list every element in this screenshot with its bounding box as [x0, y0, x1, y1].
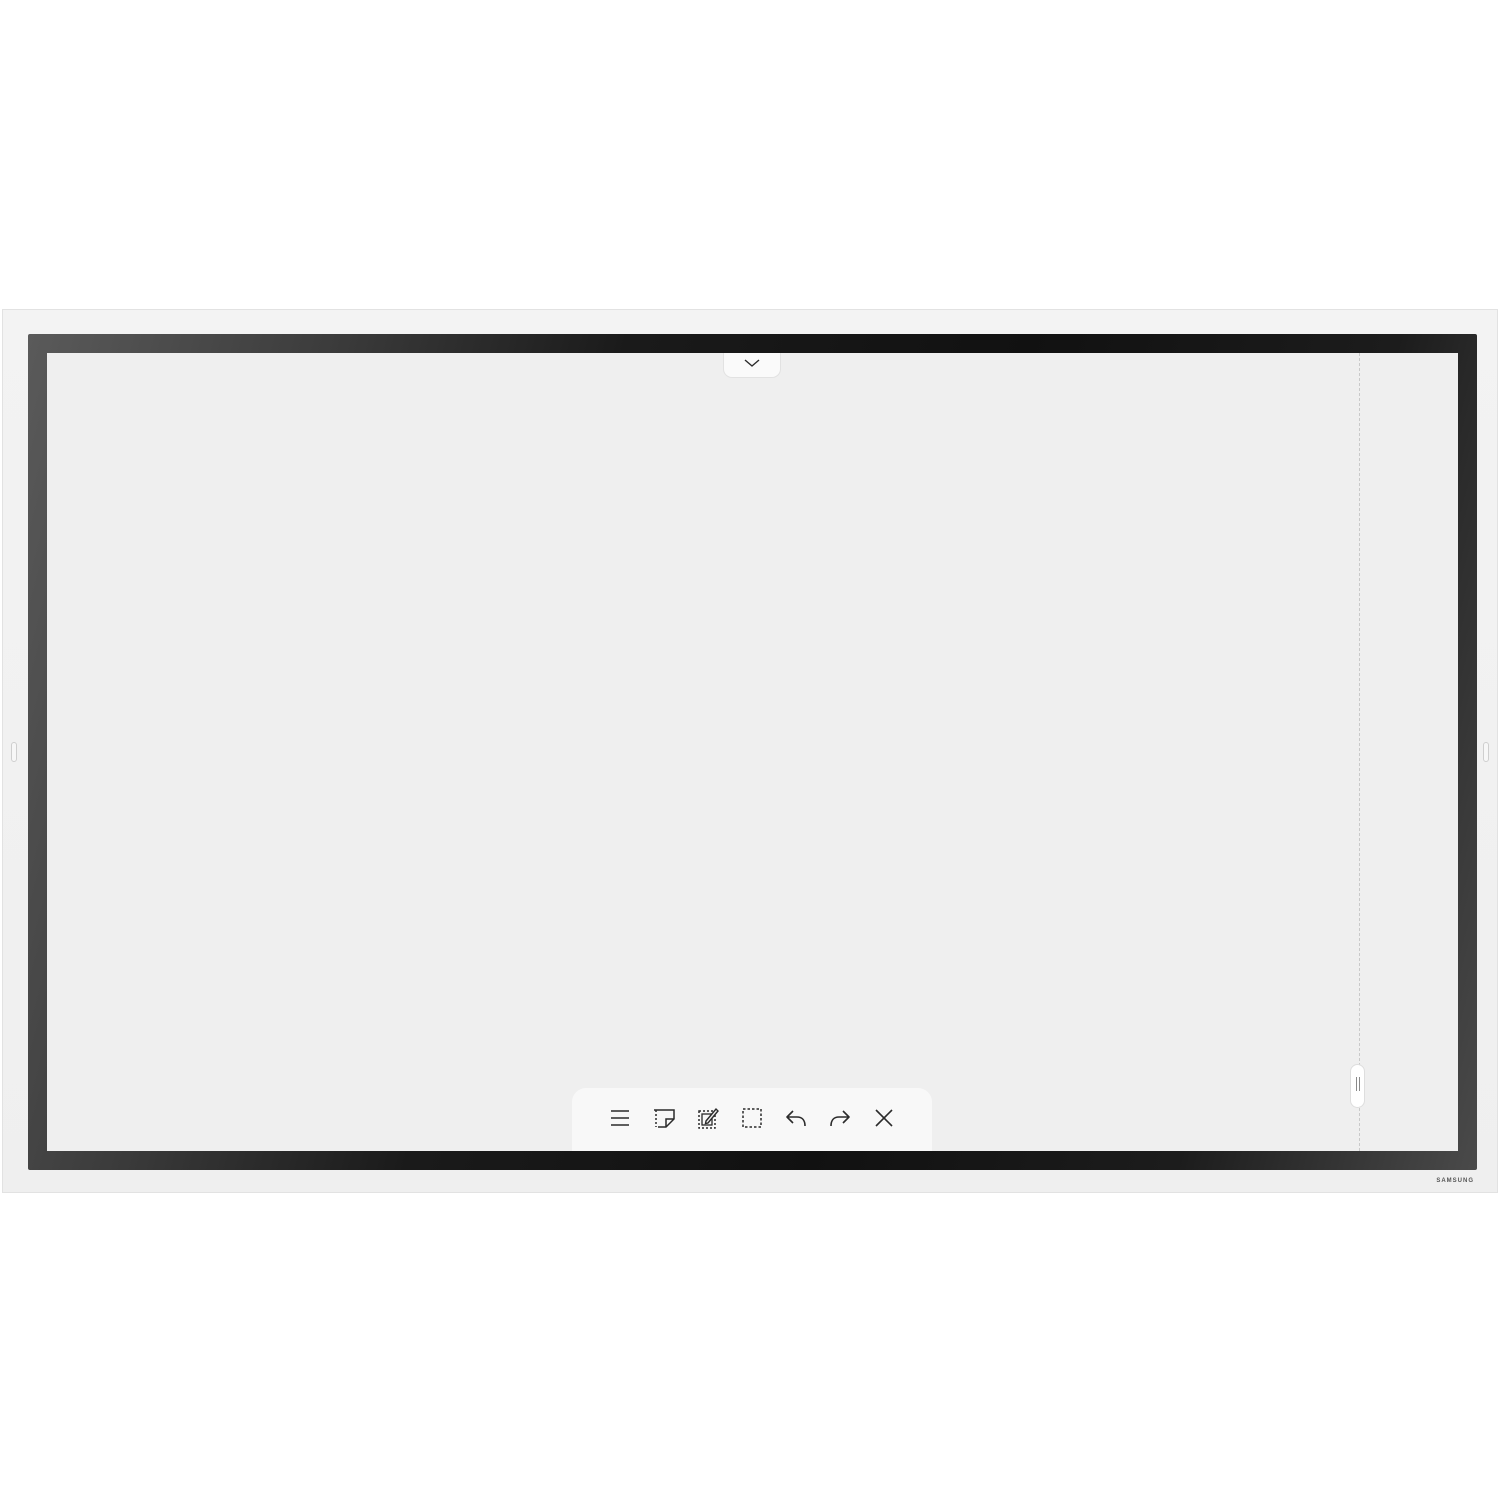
menu-icon [608, 1106, 632, 1130]
grip-icon [1354, 1074, 1362, 1099]
right-side-button [1483, 742, 1489, 762]
bottom-toolbar [572, 1088, 932, 1151]
sticky-note-icon [652, 1106, 676, 1130]
sticky-note-button[interactable] [642, 1098, 686, 1138]
close-button[interactable] [862, 1098, 906, 1138]
close-icon [872, 1106, 896, 1130]
edit-note-icon [696, 1106, 720, 1130]
scroll-handle[interactable] [1350, 1064, 1365, 1108]
undo-button[interactable] [774, 1098, 818, 1138]
edit-note-button[interactable] [686, 1098, 730, 1138]
top-pull-tab[interactable] [723, 353, 781, 378]
select-area-icon [740, 1106, 764, 1130]
whiteboard-canvas[interactable] [47, 353, 1458, 1151]
stage: SAMSUNG [0, 0, 1500, 1500]
brand-logo: SAMSUNG [1436, 1178, 1474, 1184]
menu-button[interactable] [598, 1098, 642, 1138]
select-area-button[interactable] [730, 1098, 774, 1138]
display-bezel [28, 334, 1477, 1170]
redo-icon [828, 1106, 852, 1130]
left-side-button [11, 742, 17, 762]
chevron-down-icon [743, 356, 761, 374]
undo-icon [784, 1106, 808, 1130]
page-divider-line [1359, 353, 1360, 1151]
device-frame: SAMSUNG [2, 309, 1498, 1193]
redo-button[interactable] [818, 1098, 862, 1138]
